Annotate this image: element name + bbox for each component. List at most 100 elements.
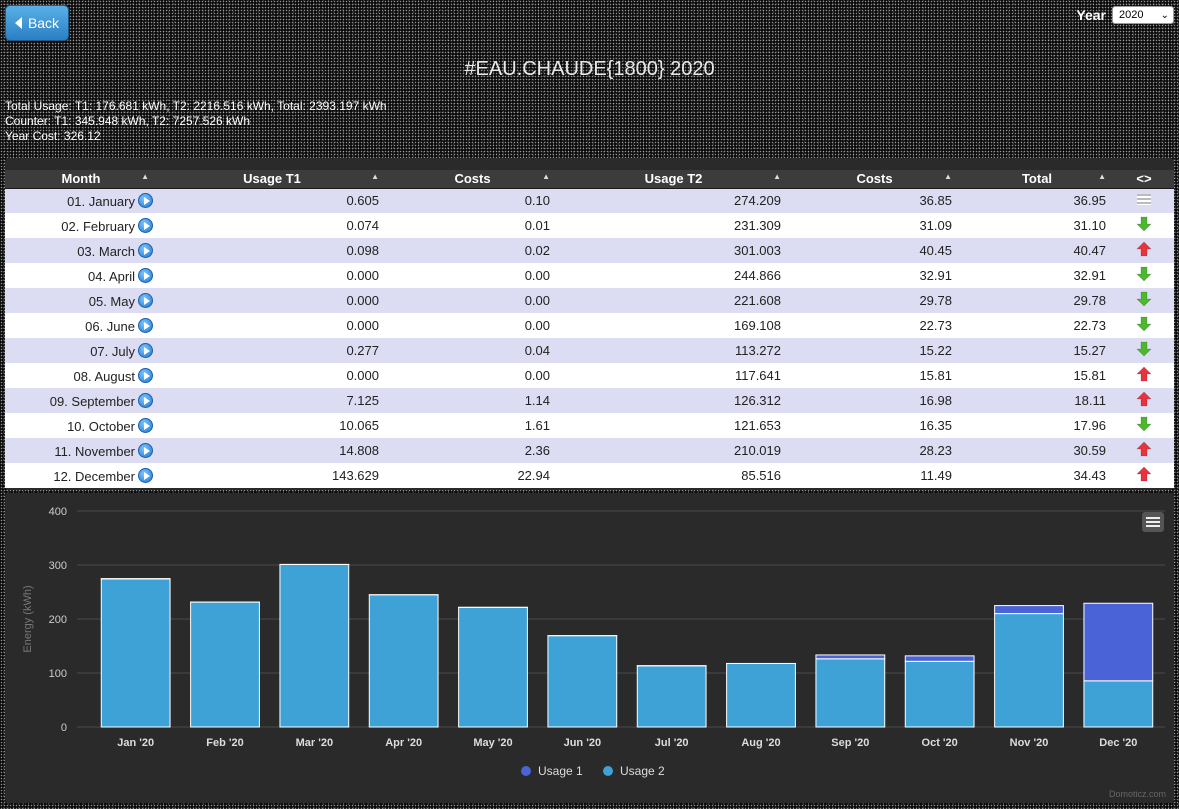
arrow-down-icon (1136, 416, 1152, 432)
bar-usage-2 (815, 658, 886, 728)
play-icon[interactable] (138, 267, 153, 283)
col-header-month[interactable]: Month ▲ (5, 170, 157, 189)
col-header-costs-t1[interactable]: Costs ▲ (387, 170, 558, 189)
report-table: Month ▲ Usage T1 ▲ Costs ▲ Usage T2 ▲ Costs ▲… (5, 170, 1174, 488)
bar-usage-2 (994, 613, 1064, 728)
play-icon[interactable] (138, 342, 153, 358)
chart-menu-button[interactable] (1142, 512, 1164, 532)
trend-cell (1114, 313, 1174, 338)
col-header-usage-t1[interactable]: Usage T1 ▲ (157, 170, 387, 189)
table-header-row: Month ▲ Usage T1 ▲ Costs ▲ Usage T2 ▲ Costs ▲… (5, 170, 1174, 189)
costs-t2-cell: 31.09 (919, 218, 952, 233)
usage-t2-cell: 221.608 (734, 293, 781, 308)
month-cell: 02. February (5, 213, 157, 238)
play-icon[interactable] (138, 392, 153, 408)
usage-summary: Total Usage: T1: 176.681 kWh, T2: 2216.5… (5, 99, 387, 144)
month-cell: 05. May (5, 288, 157, 313)
usage-t2-cell: 274.209 (734, 193, 781, 209)
total-cell: 32.91 (1073, 268, 1106, 283)
trend-cell (1114, 238, 1174, 263)
usage-t2-cell: 244.866 (734, 268, 781, 283)
usage-t2-cell: 231.309 (734, 218, 781, 233)
play-icon[interactable] (138, 417, 153, 433)
usage-t1-cell: 0.000 (346, 318, 379, 333)
bar-usage-2 (1083, 680, 1154, 728)
costs-t1-cell: 1.61 (524, 418, 550, 433)
month-label: 07. July (90, 343, 135, 359)
arrow-down-icon (1136, 216, 1152, 232)
play-icon[interactable] (138, 317, 153, 333)
costs-t2-cell: 29.78 (919, 293, 952, 308)
play-icon[interactable] (138, 192, 153, 208)
costs-t1-cell: 0.00 (524, 318, 550, 333)
play-icon[interactable] (138, 442, 153, 458)
total-cell: 29.78 (1073, 293, 1106, 308)
table-body: 01. January 0.605 0.10 274.209 36.85 36.95 02.… (5, 188, 1174, 488)
table-row: 11. November 14.808 2.36 210.019 28.23 30.59 (5, 438, 1174, 463)
chart-credit[interactable]: Domoticz.com (1109, 789, 1166, 799)
play-icon[interactable] (138, 217, 153, 233)
bar-usage-2 (100, 578, 171, 728)
play-icon[interactable] (138, 367, 153, 383)
month-label: 12. December (53, 468, 135, 484)
x-tick-label: Feb '20 (206, 737, 243, 749)
counter-text: Counter: T1: 345.948 kWh, T2: 7257.526 k… (5, 114, 251, 128)
x-tick-label: Sep '20 (831, 737, 869, 749)
usage-t2-cell: 85.516 (741, 468, 781, 483)
costs-t1-cell: 0.01 (524, 218, 550, 233)
arrow-down-icon (1136, 291, 1152, 307)
col-header-costs-t2[interactable]: Costs ▲ (789, 170, 960, 189)
play-icon[interactable] (138, 292, 153, 308)
month-cell: 11. November (5, 438, 157, 463)
costs-t1-cell: 0.00 (524, 293, 550, 308)
sort-icon: ▲ (371, 172, 379, 181)
trend-cell (1114, 388, 1174, 413)
hamburger-icon (1146, 517, 1160, 519)
play-icon[interactable] (138, 467, 153, 483)
month-label: 06. June (85, 318, 135, 334)
table-row: 05. May 0.000 0.00 221.608 29.78 29.78 (5, 288, 1174, 313)
month-label: 03. March (77, 243, 135, 259)
sort-icon: ▲ (773, 172, 781, 181)
col-header-total[interactable]: Total ▲ (960, 170, 1114, 189)
month-cell: 12. December (5, 463, 157, 488)
x-tick-label: May '20 (473, 737, 512, 749)
sort-icon: ▲ (1098, 172, 1106, 181)
total-cell: 22.73 (1073, 318, 1106, 333)
costs-t1-cell: 1.14 (524, 393, 550, 408)
year-select[interactable]: 2020 ⌄ (1112, 6, 1174, 24)
back-button[interactable]: Back (5, 5, 69, 41)
col-header-usage-t2[interactable]: Usage T2 ▲ (558, 170, 789, 189)
y-tick-label: 0 (61, 722, 67, 734)
table-row: 01. January 0.605 0.10 274.209 36.85 36.95 (5, 188, 1174, 213)
costs-t2-cell: 15.22 (919, 343, 952, 358)
month-label: 01. January (67, 193, 135, 209)
bar-usage-2 (726, 662, 796, 728)
usage-t2-cell: 117.641 (734, 368, 781, 383)
costs-t1-cell: 0.04 (524, 343, 550, 358)
play-icon[interactable] (138, 242, 153, 258)
arrow-down-icon (1136, 316, 1152, 332)
table-row: 08. August 0.000 0.00 117.641 15.81 15.81 (5, 363, 1174, 388)
y-tick-label: 400 (49, 506, 67, 518)
usage-t2-cell: 210.019 (734, 443, 781, 458)
report-table-panel: Month ▲ Usage T1 ▲ Costs ▲ Usage T2 ▲ Costs ▲… (5, 158, 1174, 490)
month-label: 05. May (88, 293, 135, 309)
table-row: 07. July 0.277 0.04 113.272 15.22 15.27 (5, 338, 1174, 363)
bar-usage-2 (636, 665, 707, 728)
back-button-label: Back (27, 15, 60, 31)
trend-cell (1114, 213, 1174, 238)
costs-t1-cell: 0.10 (524, 193, 550, 209)
usage-t1-cell: 7.125 (346, 393, 379, 408)
bar-usage-2 (368, 594, 439, 728)
usage-t1-cell: 14.808 (339, 443, 379, 458)
month-cell: 07. July (5, 338, 157, 363)
trend-cell (1114, 463, 1174, 488)
trend-cell (1114, 188, 1174, 213)
arrow-up-icon (1136, 391, 1152, 407)
arrow-up-icon (1136, 241, 1152, 257)
arrow-up-icon (1136, 466, 1152, 482)
x-tick-label: Nov '20 (1010, 737, 1049, 749)
usage-t2-cell: 121.653 (734, 418, 781, 433)
col-header-trend[interactable]: <> (1114, 170, 1174, 189)
